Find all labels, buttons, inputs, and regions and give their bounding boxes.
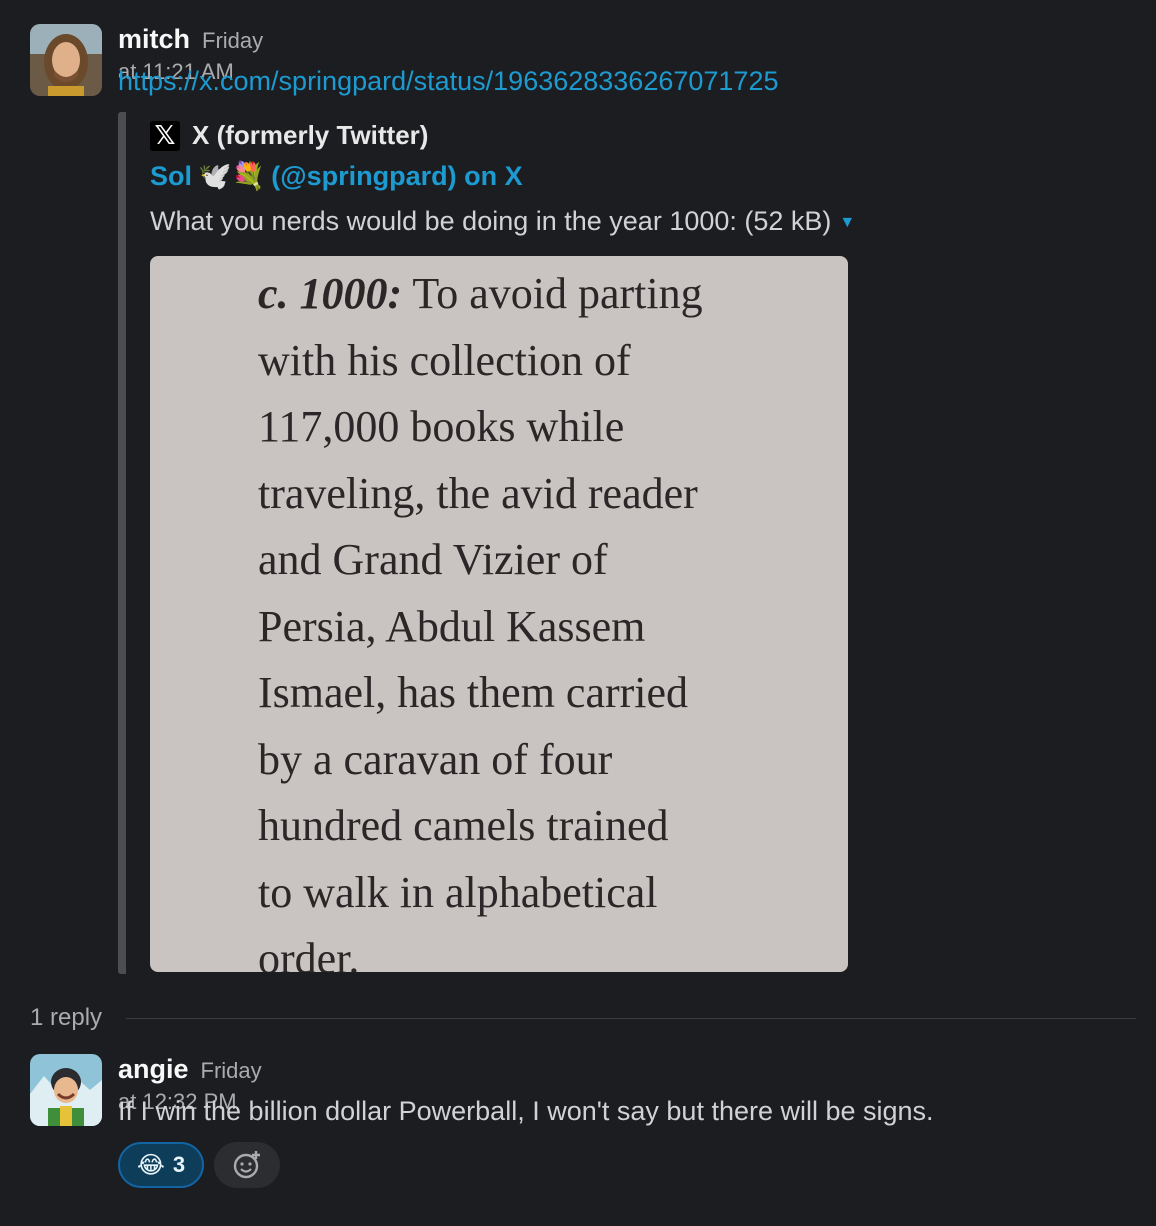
laughing-tears-emoji-icon: 😂 [136,1151,165,1179]
image-text-line: hundred camels trained [258,801,669,850]
mitch-avatar-icon [30,24,102,96]
link-unfurl: 𝕏 X (formerly Twitter) Sol 🕊️💐 (@springp… [118,112,866,974]
reaction-count: 3 [172,1152,186,1177]
x-logo-icon: 𝕏 [150,120,180,151]
unfurl-image[interactable]: c. 1000: To avoid parting with his collec… [150,256,848,972]
image-text-bold: c. 1000: [258,269,403,318]
add-emoji-icon [233,1151,260,1179]
replies-count[interactable]: 1 reply [30,1004,102,1032]
avatar[interactable] [30,24,102,96]
unfurl-title[interactable]: Sol 🕊️💐 (@springpard) on X [150,160,523,193]
avatar[interactable] [30,1054,102,1126]
image-text-line: by a caravan of four [258,734,613,784]
image-text-line: to walk in alphabetical [258,867,658,917]
thread-replies[interactable]: 1 reply [30,1000,1136,1036]
angie-avatar-icon [30,1054,102,1126]
divider [126,1017,1136,1019]
message-text: If I win the billion dollar Powerball, I… [118,1096,934,1126]
unfurl-service: 𝕏 X (formerly Twitter) [150,120,428,151]
image-text-line: c. 1000: To avoid parting [258,269,703,318]
image-text-line: with his collection of [258,335,631,385]
add-reaction-button[interactable] [214,1142,280,1188]
image-text-line: Persia, Abdul Kassem [258,601,646,651]
image-text-line: Ismael, has them carried [258,668,689,717]
message-link[interactable]: https://x.com/springpard/status/19636283… [118,66,778,97]
image-text-line: traveling, the avid reader [258,468,698,518]
unfurl-description: What you nerds would be doing in the yea… [150,206,856,236]
caret-down-icon[interactable]: ▼ [839,214,855,231]
image-text-line: order. [258,934,360,972]
dove-bouquet-emoji: 🕊️💐 [198,161,266,192]
image-text-line: 117,000 books while [258,402,625,451]
image-text-line: and Grand Vizier of [258,535,608,584]
reaction-pill[interactable]: 😂 3 [118,1142,204,1188]
